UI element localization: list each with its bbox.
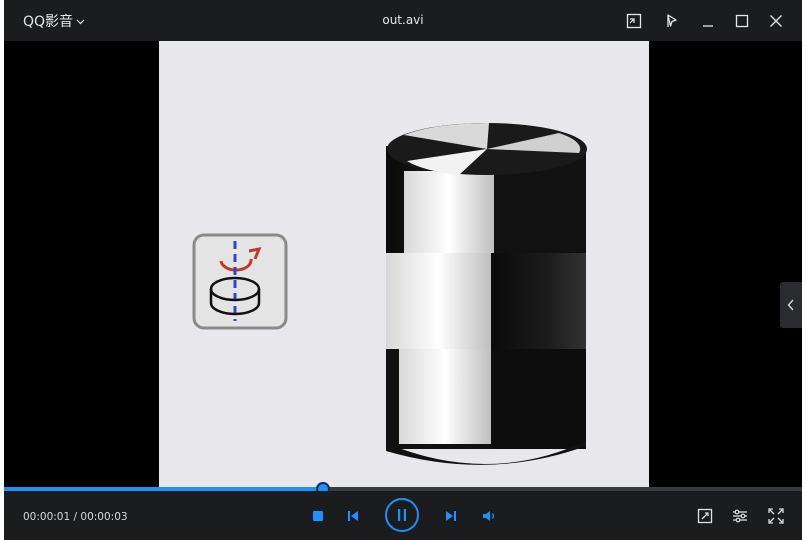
total-time: 00:00:03	[80, 511, 128, 523]
checkered-cylinder	[386, 122, 587, 465]
video-content	[192, 122, 587, 465]
close-button[interactable]	[764, 9, 788, 33]
mini-mode-icon	[626, 13, 642, 29]
next-icon	[446, 511, 456, 521]
title-bar[interactable]: QQ影音 out.avi	[4, 0, 802, 41]
current-time: 00:00:01	[23, 511, 71, 523]
next-button[interactable]	[441, 506, 461, 526]
previous-button[interactable]	[343, 506, 363, 526]
minimize-button[interactable]	[696, 9, 720, 33]
player-window: QQ影音 out.avi 00:00:01 / 00:00:03	[4, 0, 802, 540]
screenshot-tool-icon	[697, 508, 713, 524]
screenshot-tool-button[interactable]	[694, 505, 716, 527]
previous-icon	[348, 511, 358, 521]
close-icon	[770, 15, 782, 27]
control-bar: 00:00:01 / 00:00:03	[4, 491, 802, 540]
rotate-tool-icon	[192, 233, 288, 330]
side-panel-toggle[interactable]	[780, 282, 802, 328]
settings-button[interactable]	[729, 505, 751, 527]
fullscreen-icon	[768, 508, 784, 524]
minimize-icon	[703, 25, 713, 27]
time-separator: /	[70, 511, 81, 523]
maximize-button[interactable]	[730, 9, 754, 33]
pin-button[interactable]	[660, 9, 684, 33]
time-display: 00:00:01 / 00:00:03	[23, 511, 128, 523]
volume-button[interactable]	[479, 506, 501, 526]
chevron-left-icon	[787, 299, 794, 311]
pause-icon	[398, 509, 406, 521]
video-area[interactable]	[4, 41, 802, 488]
stop-button[interactable]	[308, 506, 328, 526]
maximize-icon	[735, 14, 749, 28]
volume-icon	[483, 511, 495, 521]
pin-icon	[667, 14, 677, 27]
mini-mode-button[interactable]	[622, 9, 646, 33]
stop-icon	[313, 511, 323, 521]
video-frame	[159, 41, 649, 488]
settings-sliders-icon	[733, 509, 747, 523]
play-pause-button[interactable]	[385, 498, 419, 532]
fullscreen-button[interactable]	[765, 505, 787, 527]
